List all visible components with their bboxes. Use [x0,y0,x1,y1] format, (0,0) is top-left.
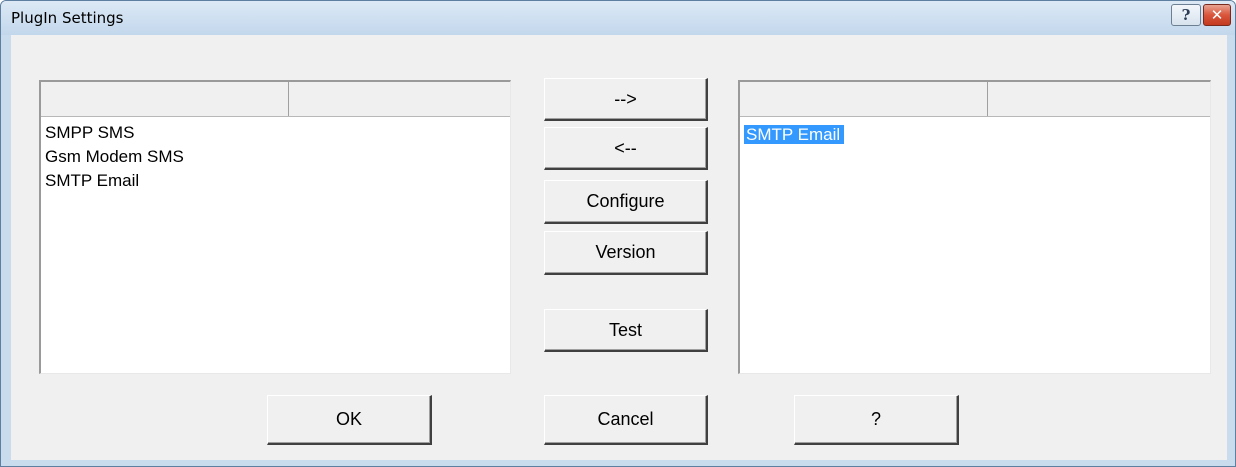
list-item-selected[interactable]: SMTP Email [740,123,1210,147]
available-plugins-list[interactable]: SMPP SMS Gsm Modem SMS SMTP Email [39,80,511,374]
close-icon: ✕ [1210,6,1224,24]
list-item[interactable]: SMPP SMS [41,121,510,145]
available-list-column-1[interactable] [41,82,289,116]
ok-button[interactable]: OK [267,395,432,445]
selected-list-column-1[interactable] [740,82,988,116]
selected-list-header [740,82,1210,117]
version-button[interactable]: Version [544,231,708,275]
question-icon: ? [1181,6,1191,24]
selected-list-body: SMTP Email [740,117,1210,147]
dialog-client-area: SMPP SMS Gsm Modem SMS SMTP Email --> <-… [11,35,1227,460]
configure-button[interactable]: Configure [544,180,708,224]
list-item[interactable]: SMTP Email [41,169,510,193]
title-bar[interactable]: PlugIn Settings ? ✕ [1,1,1235,35]
list-item[interactable]: Gsm Modem SMS [41,145,510,169]
remove-plugin-button[interactable]: <-- [544,127,708,170]
title-help-button[interactable]: ? [1171,4,1201,26]
add-plugin-button[interactable]: --> [544,78,708,121]
available-list-column-2[interactable] [289,82,510,116]
title-close-button[interactable]: ✕ [1203,4,1231,26]
cancel-button[interactable]: Cancel [544,395,708,445]
help-button[interactable]: ? [794,395,959,445]
selected-list-column-2[interactable] [988,82,1210,116]
test-button[interactable]: Test [544,309,708,352]
available-list-body: SMPP SMS Gsm Modem SMS SMTP Email [41,117,510,193]
plugin-settings-window: PlugIn Settings ? ✕ SMPP SMS Gsm Modem S… [0,0,1236,467]
available-list-header [41,82,510,117]
window-title: PlugIn Settings [11,9,124,27]
selected-plugins-list[interactable]: SMTP Email [738,80,1211,374]
